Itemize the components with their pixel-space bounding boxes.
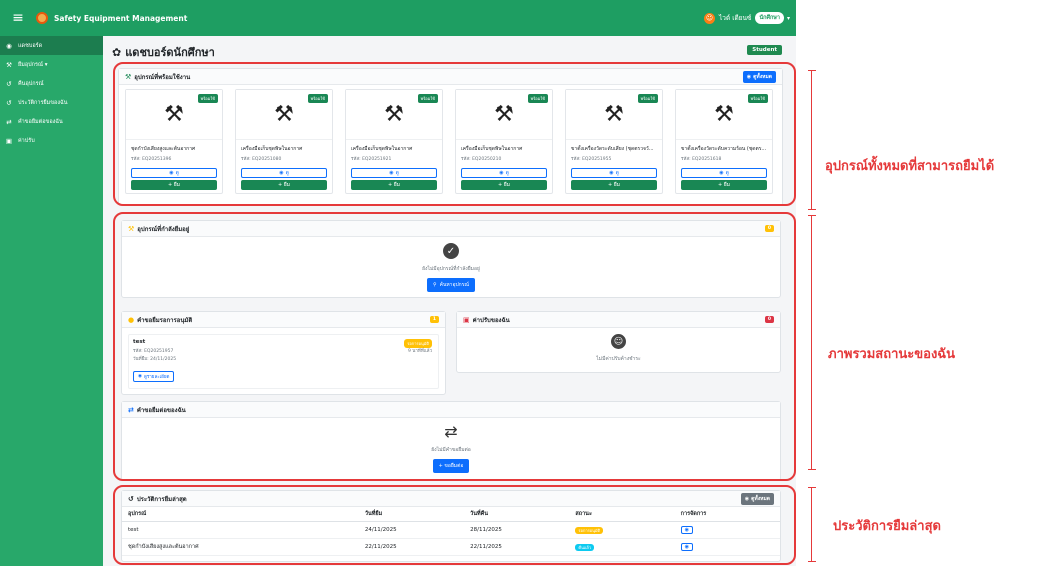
sidebar-item-borrow[interactable]: ⚒ ยืมอุปกรณ์ ▾ <box>0 55 103 74</box>
tools-icon: ⚒ <box>6 60 12 69</box>
sidebar-item-label: คำขอยืมต่อของฉัน <box>18 118 63 125</box>
return-icon: ↺ <box>6 79 12 88</box>
app-logo-icon <box>36 12 48 24</box>
palette-icon: ✿ <box>112 45 122 59</box>
dashboard-icon: ◉ <box>6 41 12 50</box>
annotation-label-available: อุปกรณ์ทั้งหมดที่สามารถยืมได้ <box>825 159 995 174</box>
chevron-down-icon[interactable]: ▾ <box>787 15 790 22</box>
sidebar-item-label: ยืมอุปกรณ์ ▾ <box>18 61 48 68</box>
role-badge: Student <box>747 45 782 55</box>
annotation-box-status <box>113 212 796 481</box>
app-root: ≡ Safety Equipment Management ☺ ไวด์ เดี… <box>0 0 1053 566</box>
history-icon: ↺ <box>6 98 12 107</box>
sidebar: ◉ แดชบอร์ด ⚒ ยืมอุปกรณ์ ▾ ↺ คืนอุปกรณ์ ↺… <box>0 36 103 566</box>
sidebar-item-label: ประวัติการยืมของฉัน <box>18 99 68 106</box>
page-title: ✿ แดชบอร์ดนักศึกษา <box>112 43 215 61</box>
sidebar-item-extensions[interactable]: ⇄ คำขอยืมต่อของฉัน <box>0 112 103 131</box>
annotation-label-status: ภาพรวมสถานะของฉัน <box>828 347 956 362</box>
annotation-bracket <box>808 70 816 210</box>
sidebar-item-dashboard[interactable]: ◉ แดชบอร์ด <box>0 36 103 55</box>
hamburger-icon[interactable]: ≡ <box>10 10 26 26</box>
sidebar-item-label: ค่าปรับ <box>18 137 35 144</box>
fine-icon: ▣ <box>5 136 13 145</box>
user-avatar-icon[interactable]: ☺ <box>704 12 716 24</box>
sidebar-item-history[interactable]: ↺ ประวัติการยืมของฉัน <box>0 93 103 112</box>
app-title[interactable]: Safety Equipment Management <box>54 14 187 23</box>
annotation-box-history <box>113 485 796 565</box>
sidebar-item-return[interactable]: ↺ คืนอุปกรณ์ <box>0 74 103 93</box>
annotation-bracket <box>808 487 816 562</box>
annotation-bracket <box>808 215 816 470</box>
user-name[interactable]: ไวด์ เดียนซ์ <box>719 13 751 23</box>
annotation-label-history: ประวัติการยืมล่าสุด <box>833 519 941 534</box>
page-title-text: แดชบอร์ดนักศึกษา <box>125 46 215 59</box>
sidebar-item-fines[interactable]: ▣ ค่าปรับ <box>0 131 103 150</box>
swap-icon: ⇄ <box>6 117 12 126</box>
top-navbar: ≡ Safety Equipment Management ☺ ไวด์ เดี… <box>0 0 796 36</box>
user-role-badge: นักศึกษา <box>755 12 784 24</box>
annotation-box-available <box>113 62 796 206</box>
sidebar-item-label: แดชบอร์ด <box>18 42 43 49</box>
sidebar-item-label: คืนอุปกรณ์ <box>18 80 44 87</box>
